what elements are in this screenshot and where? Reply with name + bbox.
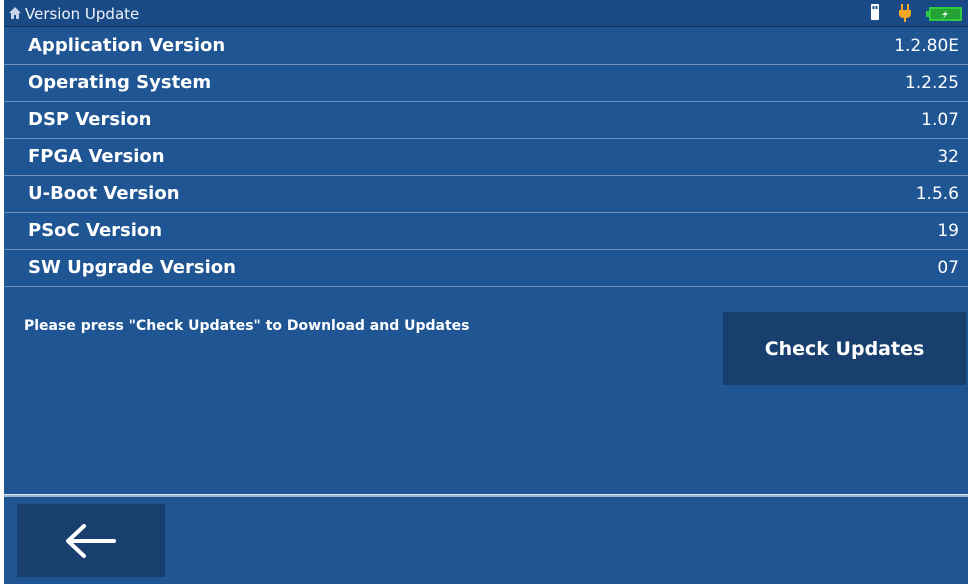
version-row-sw-upgrade: SW Upgrade Version 07 [4, 250, 968, 287]
version-row-psoc: PSoC Version 19 [4, 213, 968, 250]
version-value: 1.2.25 [904, 73, 959, 93]
left-arrow-icon [66, 523, 116, 558]
version-update-screen: Version Update Application Version 1.2.8… [4, 0, 968, 584]
version-value: 32 [937, 147, 959, 167]
version-value: 07 [937, 258, 959, 278]
back-button[interactable] [17, 504, 165, 577]
version-row-dsp: DSP Version 1.07 [4, 102, 968, 139]
version-row-fpga: FPGA Version 32 [4, 139, 968, 176]
version-label: DSP Version [28, 109, 152, 130]
version-value: 1.5.6 [915, 184, 959, 204]
version-label: FPGA Version [28, 146, 165, 167]
version-label: SW Upgrade Version [28, 257, 236, 278]
title-bar: Version Update [4, 0, 968, 27]
check-updates-button[interactable]: Check Updates [723, 312, 966, 385]
version-label: PSoC Version [28, 220, 163, 241]
usb-drive-icon [871, 4, 879, 20]
version-label: Application Version [28, 35, 226, 56]
version-row-u-boot: U-Boot Version 1.5.6 [4, 176, 968, 213]
home-icon [9, 7, 21, 19]
version-label: Operating System [28, 72, 212, 93]
page-title: Version Update [25, 5, 140, 23]
power-plug-icon [899, 4, 911, 22]
version-label: U-Boot Version [28, 183, 180, 204]
version-value: 1.2.80E [894, 36, 959, 56]
version-value: 19 [937, 221, 959, 241]
version-row-operating-system: Operating System 1.2.25 [4, 65, 968, 102]
version-value: 1.07 [921, 110, 959, 130]
footer-divider [4, 494, 968, 497]
update-prompt: Please press "Check Updates" to Download… [24, 318, 470, 334]
battery-charging-icon [926, 7, 962, 21]
version-row-application: Application Version 1.2.80E [4, 28, 968, 65]
